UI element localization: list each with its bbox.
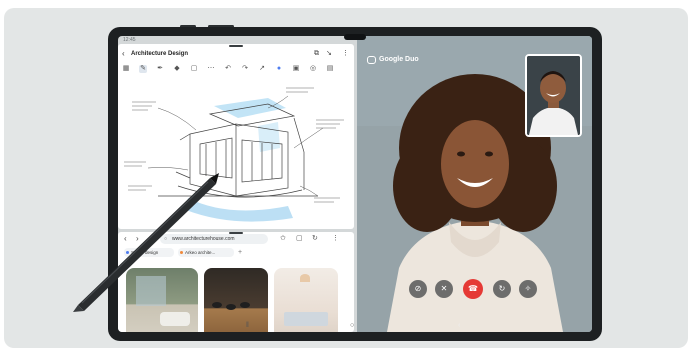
stylus-pen (73, 173, 219, 312)
